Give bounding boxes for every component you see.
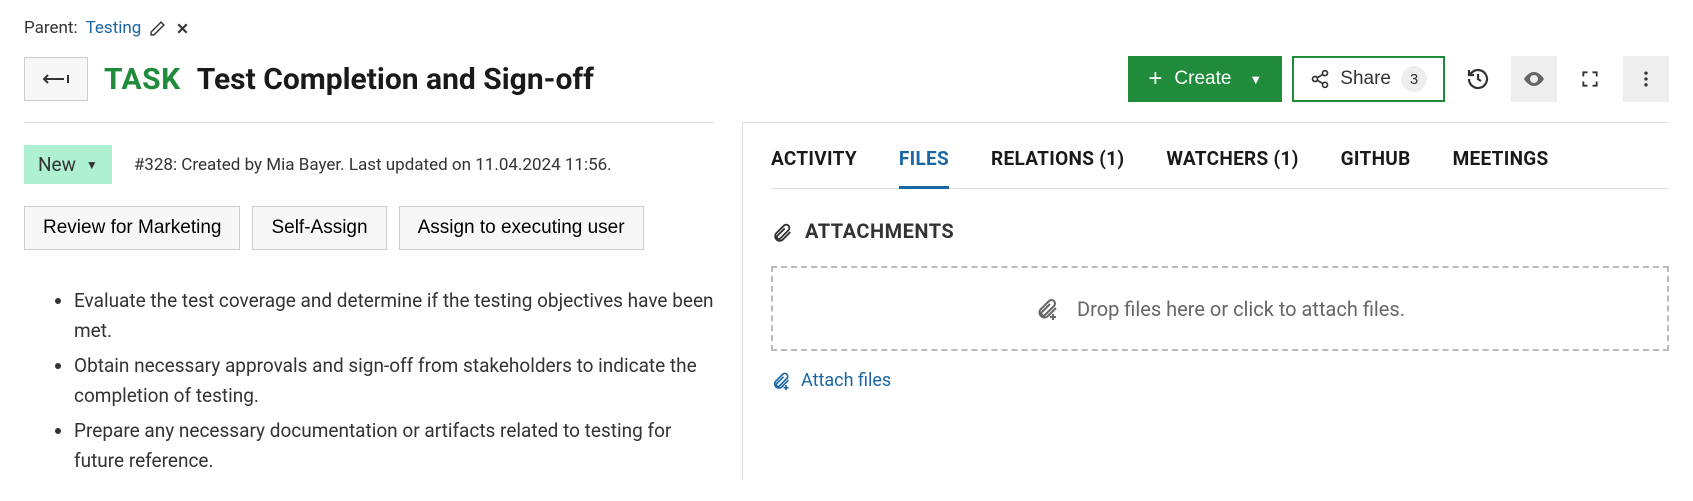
task-title: Test Completion and Sign-off: [197, 62, 594, 97]
review-marketing-button[interactable]: Review for Marketing: [24, 206, 240, 250]
title-row: TASK Test Completion and Sign-off + Crea…: [24, 56, 1669, 102]
parent-link[interactable]: Testing: [86, 18, 142, 38]
status-dropdown[interactable]: New ▼: [24, 145, 112, 184]
watch-button[interactable]: [1511, 56, 1557, 102]
history-button[interactable]: [1455, 56, 1501, 102]
description: Evaluate the test coverage and determine…: [24, 286, 714, 476]
share-label: Share: [1340, 68, 1391, 90]
self-assign-button[interactable]: Self-Assign: [252, 206, 386, 250]
share-icon: [1310, 68, 1330, 90]
more-menu-button[interactable]: [1623, 56, 1669, 102]
header-actions: + Create ▼ Share 3: [1128, 56, 1669, 102]
create-label: Create: [1174, 68, 1231, 90]
paperclip-icon: [771, 219, 793, 244]
close-icon[interactable]: [174, 20, 191, 37]
description-item: Prepare any necessary documentation or a…: [74, 416, 714, 477]
right-panel: ACTIVITY FILES RELATIONS (1) WATCHERS (1…: [742, 122, 1669, 480]
meta-text: #328: Created by Mia Bayer. Last updated…: [134, 155, 612, 175]
tab-watchers[interactable]: WATCHERS (1): [1166, 133, 1298, 189]
left-panel: New ▼ #328: Created by Mia Bayer. Last u…: [24, 122, 714, 480]
task-type-label: TASK: [104, 62, 181, 97]
dropzone[interactable]: Drop files here or click to attach files…: [771, 266, 1669, 352]
parent-label: Parent:: [24, 18, 78, 38]
dropzone-text: Drop files here or click to attach files…: [1077, 297, 1405, 321]
status-value: New: [38, 153, 76, 176]
fullscreen-button[interactable]: [1567, 56, 1613, 102]
main-content: New ▼ #328: Created by Mia Bayer. Last u…: [24, 122, 1669, 480]
description-item: Evaluate the test coverage and determine…: [74, 286, 714, 347]
attachments-header: ATTACHMENTS: [771, 219, 1669, 244]
workflow-actions: Review for Marketing Self-Assign Assign …: [24, 206, 714, 250]
status-row: New ▼ #328: Created by Mia Bayer. Last u…: [24, 145, 714, 184]
description-item: Obtain necessary approvals and sign-off …: [74, 351, 714, 412]
tab-activity[interactable]: ACTIVITY: [771, 133, 857, 189]
attach-add-icon: [1035, 296, 1059, 322]
tabs: ACTIVITY FILES RELATIONS (1) WATCHERS (1…: [771, 133, 1669, 189]
parent-breadcrumb: Parent: Testing: [24, 18, 1669, 38]
tab-files[interactable]: FILES: [899, 133, 949, 189]
assign-executing-button[interactable]: Assign to executing user: [399, 206, 644, 250]
tab-meetings[interactable]: MEETINGS: [1453, 133, 1549, 189]
attach-link-text: Attach files: [801, 370, 891, 391]
attach-files-link[interactable]: Attach files: [771, 369, 1669, 390]
plus-icon: +: [1148, 65, 1162, 93]
attachments-title: ATTACHMENTS: [805, 219, 954, 243]
edit-icon[interactable]: [149, 20, 166, 37]
attach-add-icon: [771, 369, 791, 390]
share-button[interactable]: Share 3: [1292, 56, 1445, 102]
share-count: 3: [1401, 66, 1427, 92]
tab-github[interactable]: GITHUB: [1341, 133, 1411, 189]
caret-down-icon: ▼: [1249, 72, 1262, 87]
attachments-section: ATTACHMENTS Drop files here or click to …: [771, 219, 1669, 391]
tab-relations[interactable]: RELATIONS (1): [991, 133, 1124, 189]
back-button[interactable]: [24, 57, 88, 101]
caret-down-icon: ▼: [86, 158, 98, 172]
create-button[interactable]: + Create ▼: [1128, 56, 1282, 102]
